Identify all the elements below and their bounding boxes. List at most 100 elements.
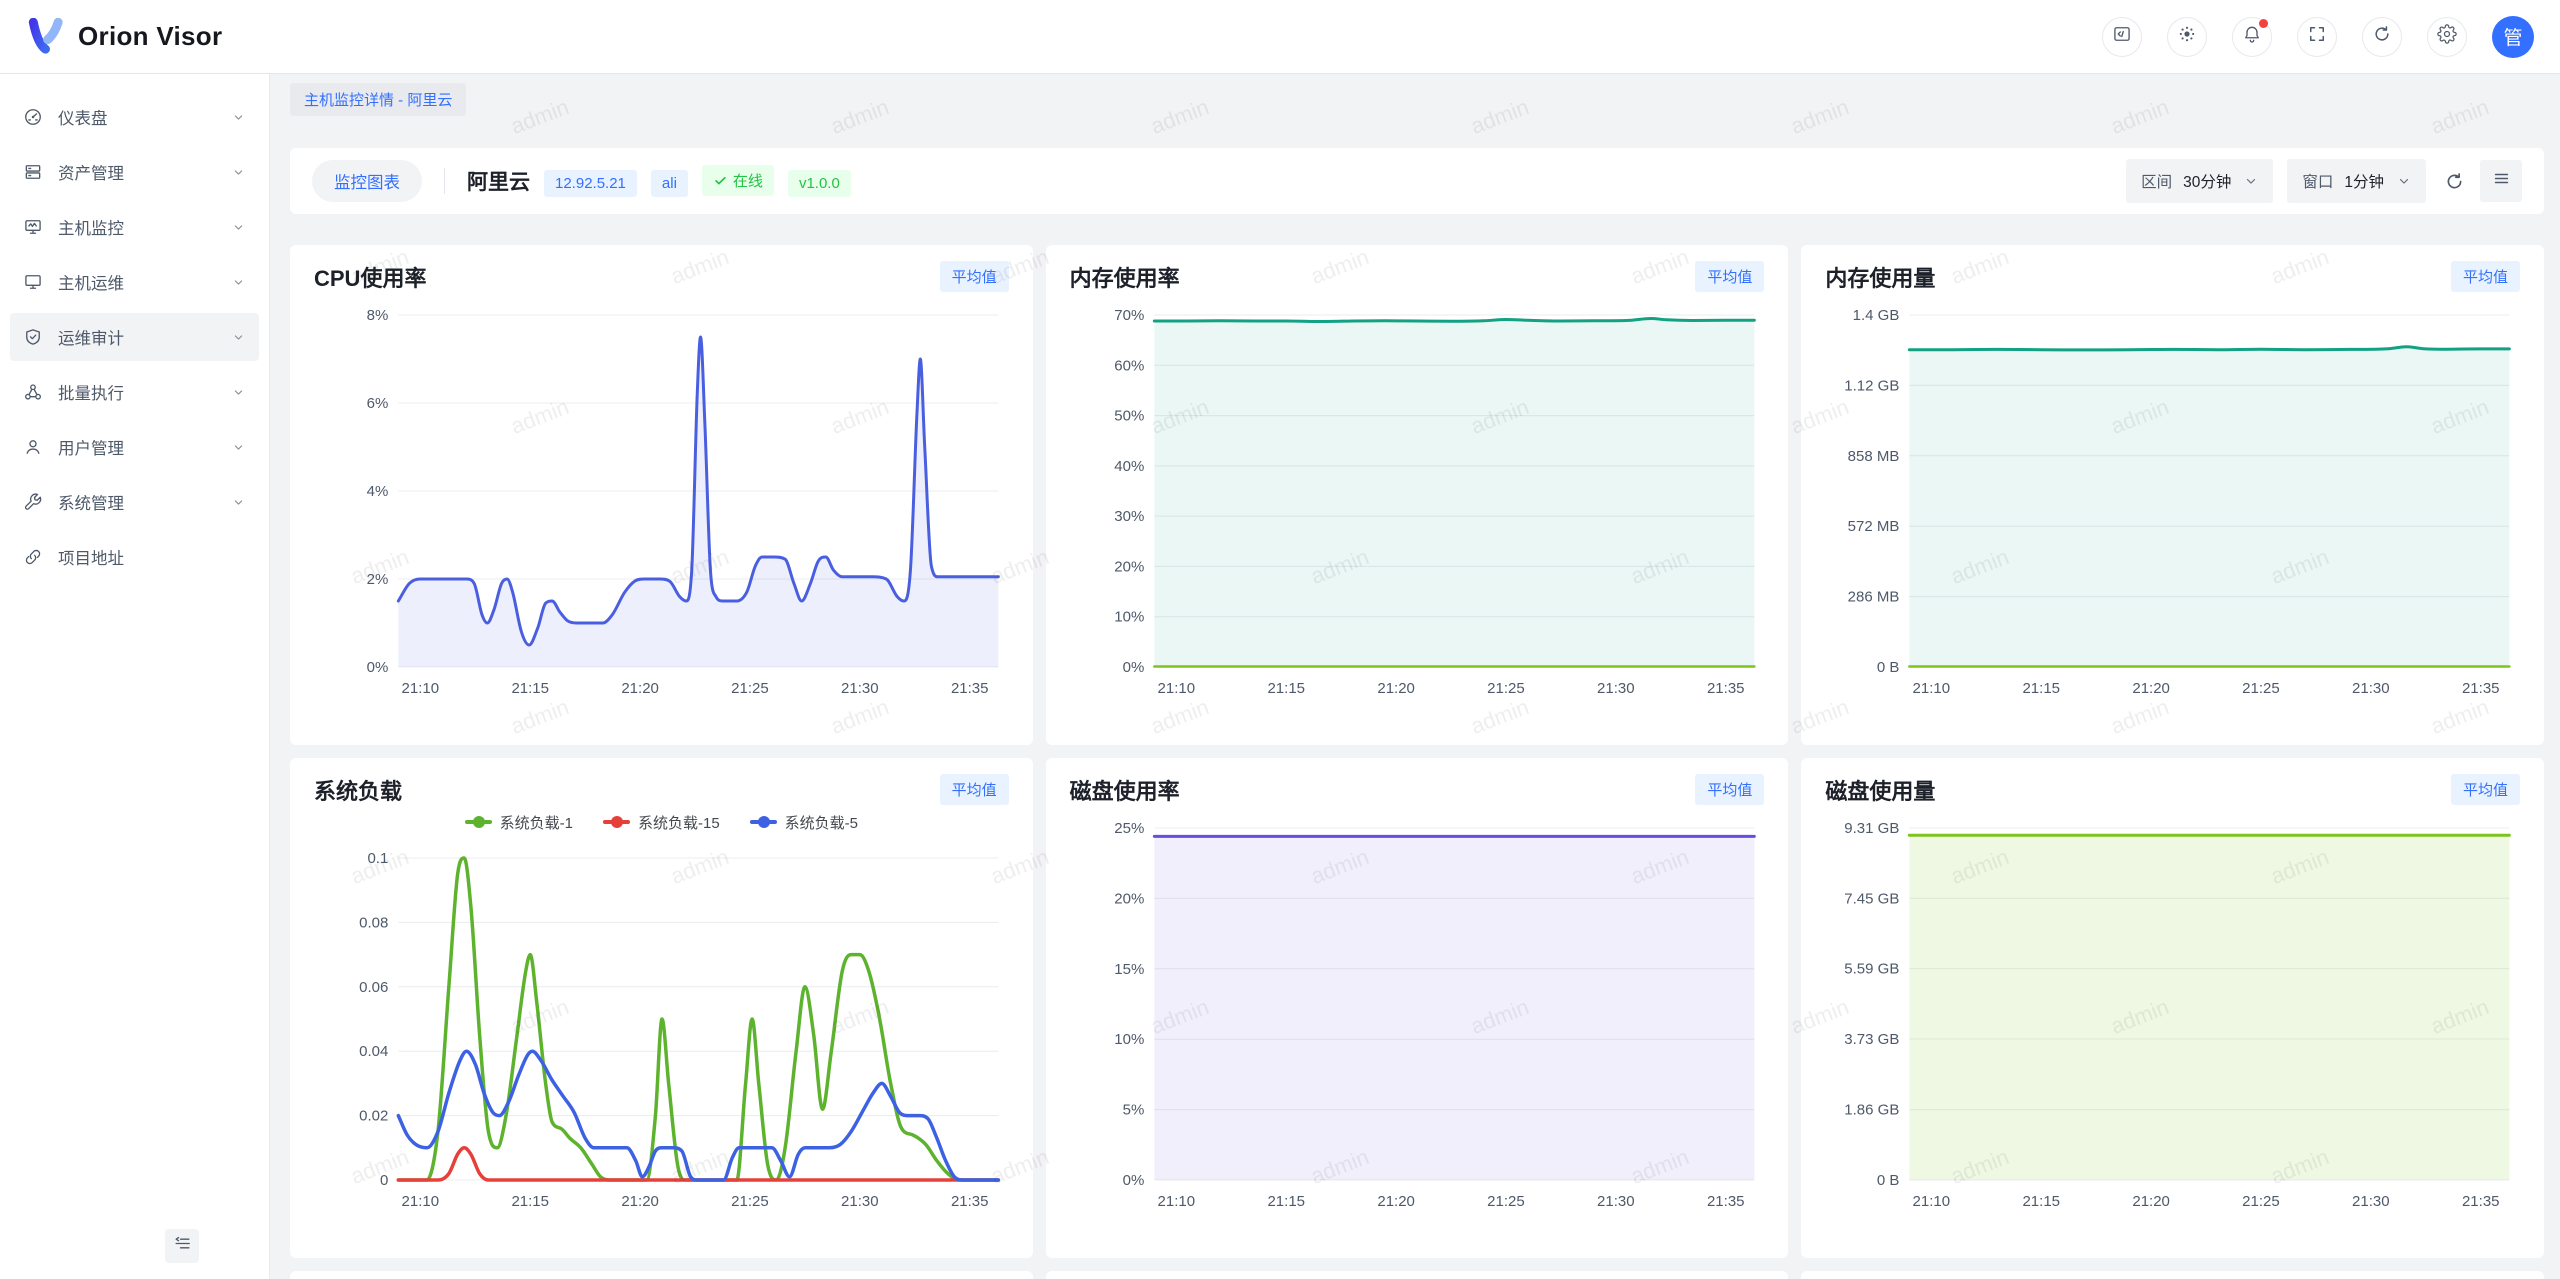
refresh-button[interactable] (2362, 17, 2402, 57)
audit-shield-icon (23, 327, 43, 347)
host-monitor-icon (23, 217, 43, 237)
average-value-badge[interactable]: 平均值 (940, 261, 1009, 292)
main-content: 主机监控详情 - 阿里云 监控图表 阿里云 12.92.5.21ali在线v1.… (270, 74, 2560, 1279)
svg-text:21:15: 21:15 (511, 1193, 549, 1210)
svg-text:21:30: 21:30 (2352, 680, 2390, 697)
svg-text:8%: 8% (367, 307, 389, 324)
sidebar-item-label: 资产管理 (58, 160, 124, 184)
user-avatar[interactable]: 管 (2492, 16, 2534, 58)
legend-item[interactable]: 系统负载-15 (603, 812, 720, 833)
svg-text:15%: 15% (1114, 961, 1144, 978)
memory-usage-rate-chart[interactable]: 0%10%20%30%40%50%60%70%21:1021:1521:2021… (1070, 299, 1765, 701)
svg-text:21:20: 21:20 (1377, 680, 1415, 697)
svg-text:5%: 5% (1122, 1102, 1144, 1119)
code-button[interactable] (2102, 17, 2142, 57)
settings-gear-button[interactable] (2427, 17, 2467, 57)
fullscreen-button[interactable] (2297, 17, 2337, 57)
svg-text:0.1: 0.1 (367, 850, 388, 867)
system-load-chart[interactable]: 00.020.040.060.080.121:1021:1521:2021:25… (314, 842, 1009, 1214)
sidebar-item-label: 主机监控 (58, 215, 124, 239)
svg-text:572 MB: 572 MB (1848, 518, 1900, 535)
refresh-charts-button[interactable] (2444, 171, 2465, 192)
legend-label: 系统负载-1 (500, 812, 573, 833)
average-value-badge[interactable]: 平均值 (2451, 261, 2520, 292)
sidebar-item-dashboard[interactable]: 仪表盘 (10, 93, 259, 141)
interval-select[interactable]: 区间 30分钟 (2126, 159, 2273, 203)
interval-value: 30分钟 (2183, 170, 2231, 192)
notification-dot-badge (2259, 19, 2268, 28)
legend-item[interactable]: 系统负载-1 (465, 812, 573, 833)
sidebar-item-system-wrench[interactable]: 系统管理 (10, 478, 259, 526)
notification-bell-button[interactable] (2232, 17, 2272, 57)
theme-sun-button[interactable] (2167, 17, 2207, 57)
disk-usage-amount-chart[interactable]: 0 B1.86 GB3.73 GB5.59 GB7.45 GB9.31 GB21… (1825, 812, 2520, 1214)
hamburger-menu-icon (2492, 169, 2511, 193)
svg-text:21:20: 21:20 (621, 1193, 659, 1210)
average-value-badge[interactable]: 平均值 (940, 774, 1009, 805)
tab-monitor-charts[interactable]: 监控图表 (312, 160, 422, 202)
dashboard-icon (23, 107, 43, 127)
svg-text:21:15: 21:15 (2023, 680, 2061, 697)
svg-text:21:30: 21:30 (841, 1193, 879, 1210)
sidebar-collapse-button[interactable] (165, 1229, 199, 1263)
svg-text:40%: 40% (1114, 458, 1144, 475)
chart-card-partial (1046, 1271, 1789, 1279)
interval-label: 区间 (2141, 170, 2172, 192)
disk-usage-amount-card: 磁盘使用量平均值 0 B1.86 GB3.73 GB5.59 GB7.45 GB9… (1801, 758, 2544, 1258)
memory-usage-amount-chart[interactable]: 0 B286 MB572 MB858 MB1.12 GB1.4 GB21:102… (1825, 299, 2520, 701)
svg-text:21:25: 21:25 (1487, 1193, 1525, 1210)
host-badge: 在线 (702, 165, 774, 196)
sidebar-item-user[interactable]: 用户管理 (10, 423, 259, 471)
svg-text:9.31 GB: 9.31 GB (1845, 820, 1900, 837)
chart-card-partial (290, 1271, 1033, 1279)
svg-text:21:35: 21:35 (951, 1193, 989, 1210)
sidebar: 仪表盘资产管理主机监控主机运维运维审计批量执行用户管理系统管理项目地址 (0, 74, 270, 1279)
host-header-card: 监控图表 阿里云 12.92.5.21ali在线v1.0.0 区间 30分钟 窗… (290, 148, 2544, 214)
average-value-badge[interactable]: 平均值 (1695, 774, 1764, 805)
chart-card-partial (1801, 1271, 2544, 1279)
chart-card-head: 内存使用量平均值 (1825, 261, 2520, 293)
svg-text:21:10: 21:10 (1157, 680, 1195, 697)
host-badges: 12.92.5.21ali在线v1.0.0 (530, 165, 851, 197)
svg-text:21:30: 21:30 (1597, 680, 1635, 697)
svg-text:21:30: 21:30 (2352, 1193, 2390, 1210)
chart-card-head: 磁盘使用量平均值 (1825, 774, 2520, 806)
svg-text:10%: 10% (1114, 1031, 1144, 1048)
chevron-down-icon (231, 220, 246, 235)
svg-text:30%: 30% (1114, 508, 1144, 525)
cpu-usage-chart[interactable]: 0%2%4%6%8%21:1021:1521:2021:2521:3021:35 (314, 299, 1009, 701)
sidebar-item-label: 仪表盘 (58, 105, 108, 129)
batch-exec-icon (23, 382, 43, 402)
sidebar-item-link[interactable]: 项目地址 (10, 533, 259, 581)
legend-line-dot-icon (750, 816, 777, 828)
chart-layout-button[interactable] (2480, 160, 2522, 202)
sidebar-item-host-monitor[interactable]: 主机监控 (10, 203, 259, 251)
svg-text:286 MB: 286 MB (1848, 589, 1900, 606)
svg-text:0.04: 0.04 (359, 1043, 388, 1060)
chevron-down-icon (231, 165, 246, 180)
memory-usage-rate-card: 内存使用率平均值0%10%20%30%40%50%60%70%21:1021:1… (1046, 245, 1789, 745)
host-badge: ali (651, 170, 688, 197)
host-badge-text: 在线 (733, 170, 763, 191)
sidebar-item-audit-shield[interactable]: 运维审计 (10, 313, 259, 361)
svg-text:21:25: 21:25 (731, 1193, 769, 1210)
sidebar-item-host-ops[interactable]: 主机运维 (10, 258, 259, 306)
svg-text:6%: 6% (367, 395, 389, 412)
svg-text:21:20: 21:20 (2133, 680, 2171, 697)
system-wrench-icon (23, 492, 43, 512)
legend-item[interactable]: 系统负载-5 (750, 812, 858, 833)
average-value-badge[interactable]: 平均值 (1695, 261, 1764, 292)
host-badge: 12.92.5.21 (544, 170, 637, 197)
sidebar-item-assets[interactable]: 资产管理 (10, 148, 259, 196)
svg-text:21:20: 21:20 (2133, 1193, 2171, 1210)
theme-sun-icon (2177, 24, 2197, 49)
disk-usage-rate-chart[interactable]: 0%5%10%15%20%25%21:1021:1521:2021:2521:3… (1070, 812, 1765, 1214)
breadcrumb-tab[interactable]: 主机监控详情 - 阿里云 (290, 83, 466, 116)
window-select[interactable]: 窗口 1分钟 (2287, 159, 2426, 203)
chart-card-head: CPU使用率平均值 (314, 261, 1009, 293)
sidebar-item-label: 用户管理 (58, 435, 124, 459)
average-value-badge[interactable]: 平均值 (2451, 774, 2520, 805)
charts-grid-next-row (290, 1271, 2544, 1279)
sidebar-item-batch-exec[interactable]: 批量执行 (10, 368, 259, 416)
menu-fold-icon (173, 1234, 192, 1258)
